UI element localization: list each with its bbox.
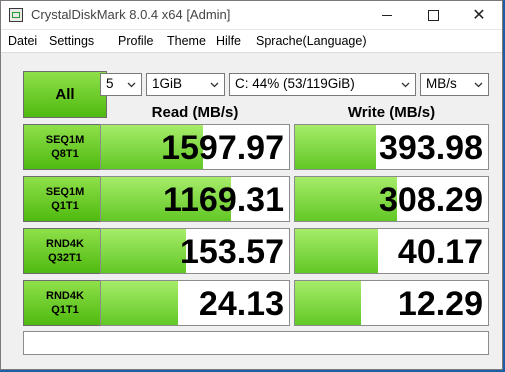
read-result-cell: 153.57	[100, 228, 290, 274]
read-value: 24.13	[198, 285, 284, 323]
menu-profile[interactable]: Profile	[118, 34, 153, 48]
write-value: 12.29	[397, 285, 483, 323]
comment-field[interactable]	[23, 331, 489, 355]
chevron-down-icon	[474, 82, 483, 88]
progress-bar	[295, 125, 377, 169]
write-result-cell: 40.17	[294, 228, 489, 274]
menu-language[interactable]: Sprache(Language)	[256, 34, 367, 48]
read-value: 153.57	[180, 233, 284, 271]
chevron-down-icon	[210, 82, 219, 88]
app-icon	[9, 8, 23, 22]
unit-select[interactable]: MB/s	[420, 73, 489, 96]
menu-theme[interactable]: Theme	[167, 34, 206, 48]
write-value: 40.17	[397, 233, 483, 271]
write-value: 308.29	[379, 181, 483, 219]
test-name: RND4K	[46, 238, 84, 250]
test-params: Q32T1	[48, 252, 82, 264]
menu-datei[interactable]: Datei	[8, 34, 37, 48]
count-select[interactable]: 5	[100, 73, 142, 96]
write-result-cell: 393.98	[294, 124, 489, 170]
test-name: SEQ1M	[45, 134, 85, 146]
count-value: 5	[106, 76, 114, 91]
maximize-icon	[427, 9, 439, 21]
menu-hilfe[interactable]: Hilfe	[216, 34, 241, 48]
progress-bar	[101, 229, 186, 273]
close-icon: ✕	[472, 5, 486, 24]
chevron-down-icon	[401, 82, 410, 88]
test-name: RND4K	[46, 290, 84, 302]
test-params: Q1T1	[51, 200, 79, 212]
size-value: 1GiB	[152, 76, 183, 91]
test-button-rnd4k-q1t1[interactable]: RND4K Q1T1	[23, 280, 107, 326]
size-select[interactable]: 1GiB	[146, 73, 225, 96]
test-name: SEQ1M	[45, 186, 85, 198]
menu-settings[interactable]: Settings	[49, 34, 94, 48]
test-button-seq1m-q8t1[interactable]: SEQ1M Q8T1	[23, 124, 107, 170]
benchmark-panel: All 5 1GiB C: 44% (53/119GiB) MB/s Read …	[14, 65, 490, 359]
progress-bar	[101, 281, 179, 325]
close-button[interactable]: ✕	[456, 1, 502, 29]
read-value: 1169.31	[162, 181, 284, 219]
unit-value: MB/s	[426, 76, 457, 91]
window-title: CrystalDiskMark 8.0.4 x64 [Admin]	[31, 7, 231, 22]
test-params: Q8T1	[51, 148, 79, 160]
write-value: 393.98	[379, 129, 483, 167]
test-params: Q1T1	[51, 304, 79, 316]
test-button-rnd4k-q32t1[interactable]: RND4K Q32T1	[23, 228, 107, 274]
menu-bar: Datei Settings Profile Theme Hilfe Sprac…	[1, 30, 502, 53]
read-result-cell: 24.13	[100, 280, 290, 326]
write-result-cell: 12.29	[294, 280, 489, 326]
write-result-cell: 308.29	[294, 176, 489, 222]
all-button[interactable]: All	[23, 71, 107, 118]
progress-bar	[295, 281, 361, 325]
read-value: 1597.97	[161, 129, 284, 167]
title-bar[interactable]: CrystalDiskMark 8.0.4 x64 [Admin] ✕	[1, 1, 502, 30]
read-result-cell: 1597.97	[100, 124, 290, 170]
chevron-down-icon	[127, 82, 136, 88]
drive-value: C: 44% (53/119GiB)	[235, 76, 355, 91]
app-window: CrystalDiskMark 8.0.4 x64 [Admin] ✕ Date…	[0, 0, 503, 370]
read-result-cell: 1169.31	[100, 176, 290, 222]
progress-bar	[295, 229, 378, 273]
drive-select[interactable]: C: 44% (53/119GiB)	[229, 73, 416, 96]
minimize-button[interactable]	[364, 1, 410, 29]
read-header: Read (MB/s)	[151, 104, 239, 121]
minimize-icon	[382, 14, 392, 16]
test-button-seq1m-q1t1[interactable]: SEQ1M Q1T1	[23, 176, 107, 222]
write-header: Write (MB/s)	[347, 104, 436, 121]
maximize-button[interactable]	[410, 1, 456, 29]
